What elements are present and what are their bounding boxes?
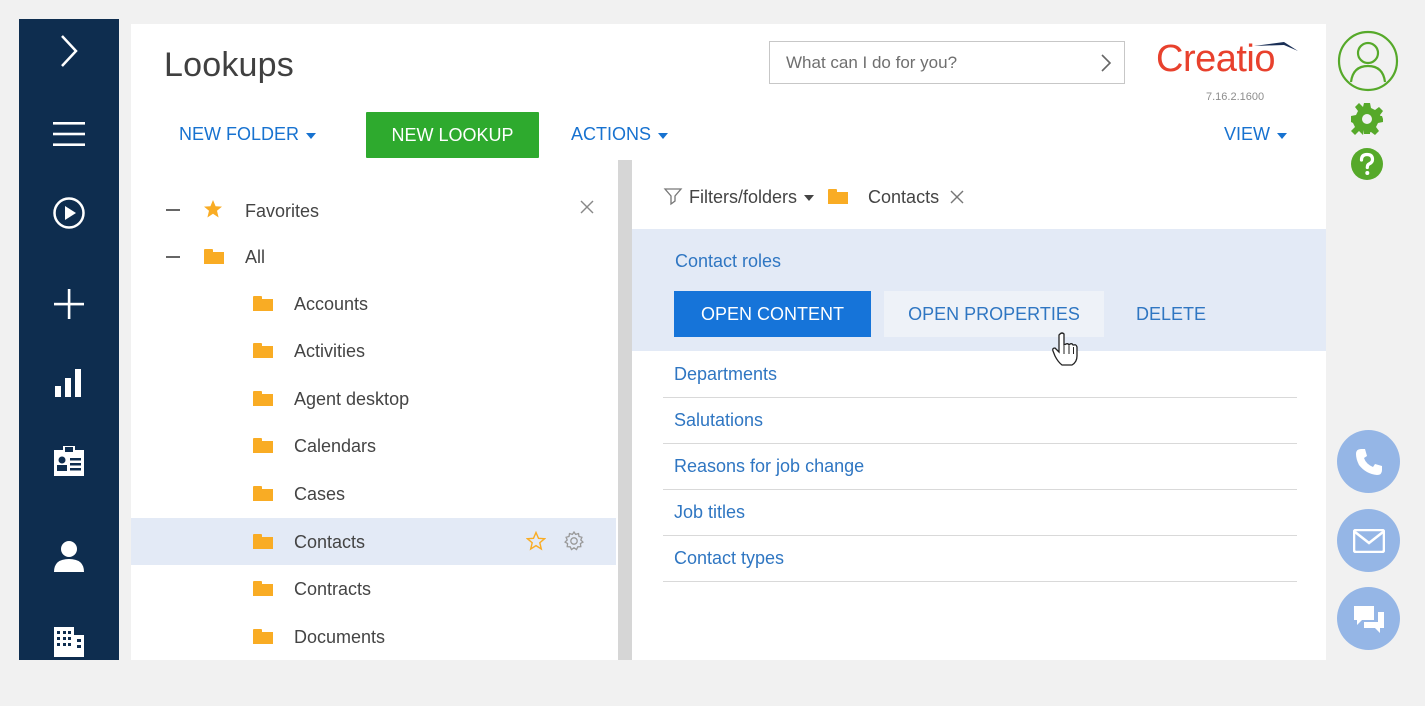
tree-label: Calendars — [294, 436, 377, 456]
open-properties-button[interactable]: OPEN PROPERTIES — [884, 291, 1104, 337]
star-outline-icon[interactable] — [526, 531, 546, 551]
gear-icon[interactable] — [563, 530, 585, 552]
tree-label: All — [245, 247, 266, 267]
tree-label: Activities — [294, 341, 366, 361]
envelope-icon — [1352, 528, 1385, 553]
folder-icon — [253, 343, 273, 358]
collapse-icon[interactable] — [166, 256, 180, 258]
tree-item-folder[interactable]: Agent desktop — [131, 375, 616, 422]
building-icon[interactable] — [19, 617, 119, 665]
tree-label: Accounts — [294, 294, 369, 314]
tree-label: Contacts — [294, 532, 366, 552]
chevron-right-icon[interactable] — [1100, 53, 1112, 73]
filter-bar: Filters/folders Contacts — [663, 182, 965, 212]
search-input[interactable] — [770, 42, 1090, 83]
folder-icon — [204, 249, 224, 264]
folder-icon — [253, 438, 273, 453]
tree-item-folder[interactable]: Contracts — [131, 565, 616, 612]
actions-label: ACTIONS — [571, 124, 652, 144]
tree-item-folder[interactable]: Documents — [131, 613, 616, 660]
active-folder-label: Contacts — [868, 186, 940, 207]
lookup-row[interactable]: Job titles — [663, 490, 1297, 536]
folder-tree: Favorites All Accounts Activities Agent … — [131, 184, 616, 660]
tree-item-favorites[interactable]: Favorites — [131, 186, 616, 233]
creatio-logo: Creatio — [1156, 38, 1301, 86]
tree-item-folder[interactable]: Calendars — [131, 422, 616, 469]
chat-icon — [1353, 605, 1384, 633]
logo-swoosh-icon — [1254, 42, 1298, 51]
caret-down-icon — [306, 132, 317, 139]
actions-button[interactable]: ACTIONS — [571, 124, 669, 145]
collapse-icon[interactable] — [166, 209, 180, 211]
pane-splitter[interactable] — [618, 160, 632, 660]
new-folder-button[interactable]: NEW FOLDER — [179, 124, 317, 145]
lookup-row[interactable]: Reasons for job change — [663, 444, 1297, 490]
tree-item-folder[interactable]: Accounts — [131, 280, 616, 327]
tree-label: Favorites — [245, 201, 320, 221]
id-badge-icon[interactable] — [19, 438, 119, 486]
open-content-button[interactable]: OPEN CONTENT — [674, 291, 871, 337]
chevron-right-icon[interactable] — [19, 27, 119, 75]
new-lookup-button[interactable]: NEW LOOKUP — [366, 112, 539, 158]
phone-button[interactable] — [1337, 430, 1400, 493]
page-title: Lookups — [164, 46, 294, 84]
email-button[interactable] — [1337, 509, 1400, 572]
close-icon[interactable] — [949, 189, 965, 205]
tree-item-folder[interactable]: Cases — [131, 470, 616, 517]
caret-down-icon — [658, 132, 669, 139]
lookup-name[interactable]: Salutations — [674, 410, 763, 431]
tree-item-all[interactable]: All — [131, 233, 616, 280]
phone-icon — [1355, 448, 1382, 475]
caret-down-icon — [1277, 132, 1288, 139]
tree-label: Contracts — [294, 579, 372, 599]
view-label: VIEW — [1224, 124, 1271, 144]
tree-label: Cases — [294, 484, 346, 504]
caret-down-icon[interactable] — [804, 195, 815, 201]
delete-button[interactable]: DELETE — [1136, 291, 1206, 337]
close-icon[interactable] — [579, 199, 595, 215]
play-circle-icon[interactable] — [19, 189, 119, 237]
lookup-name[interactable]: Reasons for job change — [674, 456, 864, 477]
folder-icon — [253, 296, 273, 311]
hamburger-menu-icon[interactable] — [19, 110, 119, 158]
folder-icon — [253, 534, 273, 549]
user-avatar-icon[interactable] — [1337, 30, 1399, 92]
star-icon — [204, 200, 222, 218]
filters-folders-label[interactable]: Filters/folders — [689, 187, 797, 208]
tree-label: Documents — [294, 627, 386, 647]
folder-icon — [253, 629, 273, 644]
command-search[interactable] — [769, 41, 1125, 84]
view-button[interactable]: VIEW — [1224, 124, 1288, 145]
folder-icon — [253, 581, 273, 596]
left-sidebar — [19, 19, 119, 660]
lookup-row[interactable]: Contact types — [663, 536, 1297, 582]
selected-lookup-name[interactable]: Contact roles — [675, 251, 781, 272]
bar-chart-icon[interactable] — [19, 359, 119, 407]
right-sidebar — [1326, 19, 1420, 660]
lookup-name[interactable]: Job titles — [674, 502, 745, 523]
person-icon[interactable] — [19, 532, 119, 580]
plus-icon[interactable] — [19, 280, 119, 328]
tree-item-folder[interactable]: Activities — [131, 327, 616, 374]
version-label: 7.16.2.1600 — [1206, 91, 1265, 103]
new-folder-label: NEW FOLDER — [179, 124, 300, 144]
tree-label: Agent desktop — [294, 389, 410, 409]
folder-icon — [253, 486, 273, 501]
lookup-name[interactable]: Contact types — [674, 548, 784, 569]
help-icon[interactable] — [1350, 147, 1384, 181]
main-panel: Lookups Creatio 7.16.2.1600 NEW FOLDER N… — [131, 24, 1326, 660]
chat-button[interactable] — [1337, 587, 1400, 650]
lookup-row[interactable]: Salutations — [663, 398, 1297, 444]
lookup-name[interactable]: Departments — [674, 364, 777, 385]
tree-item-folder-selected[interactable]: Contacts — [131, 518, 616, 565]
folder-icon — [828, 188, 850, 206]
gear-icon[interactable] — [1350, 102, 1384, 136]
lookup-row[interactable]: Departments — [663, 352, 1297, 398]
filter-icon[interactable] — [663, 187, 683, 207]
folder-icon — [253, 391, 273, 406]
selected-lookup-row[interactable]: Contact roles OPEN CONTENT OPEN PROPERTI… — [632, 229, 1326, 351]
